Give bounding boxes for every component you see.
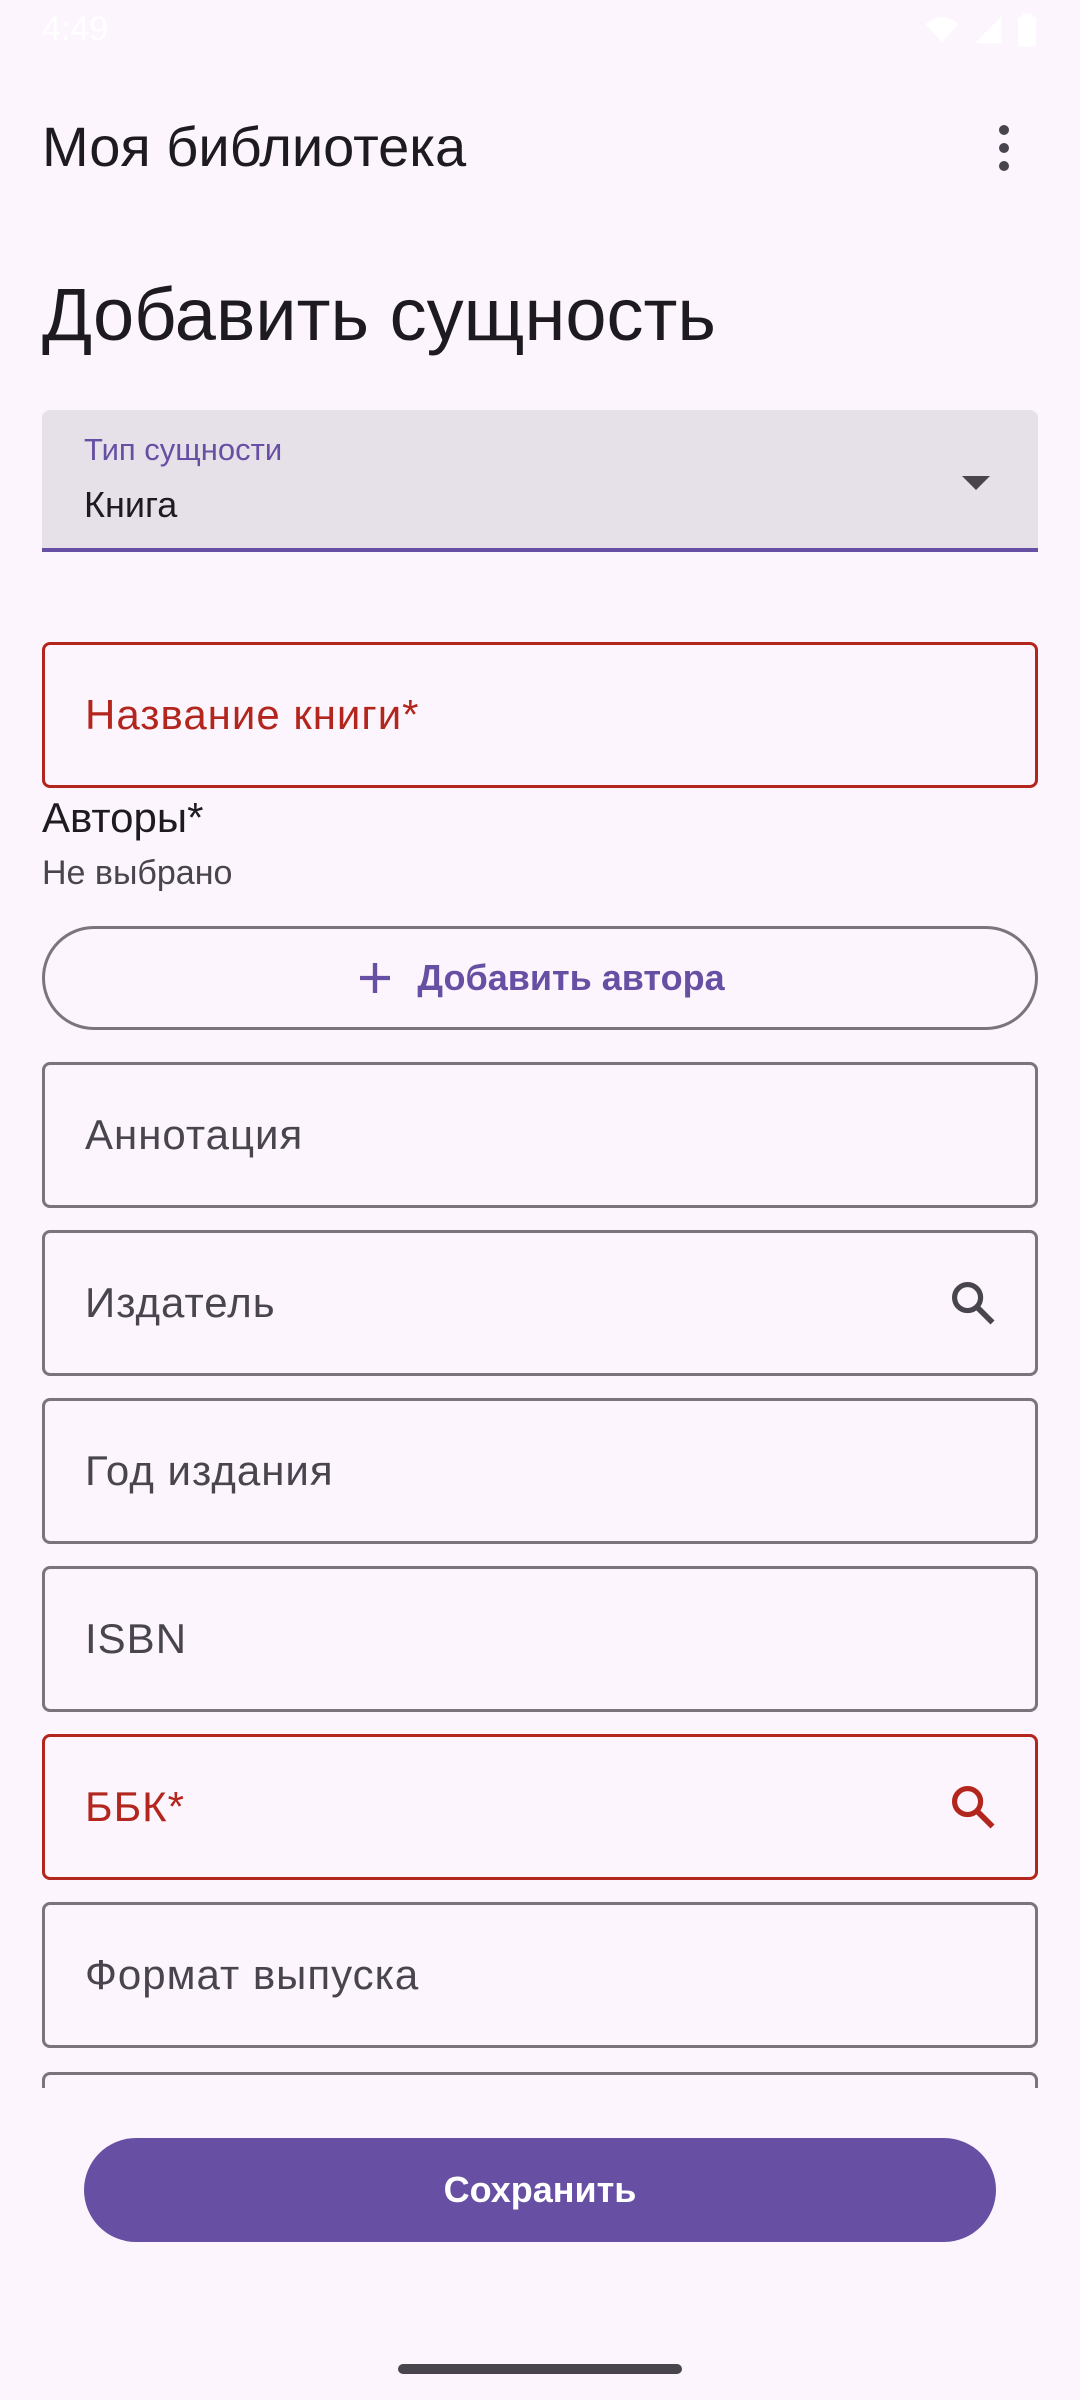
entity-type-dropdown[interactable]: Тип сущности Книга <box>42 410 1038 552</box>
signal-icon <box>974 16 1002 44</box>
bbk-label: ББК* <box>85 1783 185 1830</box>
book-title-field[interactable]: Название книги* <box>42 642 1038 788</box>
isbn-label: ISBN <box>85 1615 188 1662</box>
next-field-partial[interactable] <box>42 2072 1038 2088</box>
page-title: Добавить сущность <box>42 273 716 356</box>
authors-value: Не выбрано <box>42 854 233 892</box>
bbk-field[interactable]: ББК* <box>42 1734 1038 1880</box>
publication-year-label: Год издания <box>85 1447 334 1494</box>
publisher-label: Издатель <box>85 1279 276 1326</box>
entity-type-value: Книга <box>84 484 178 525</box>
authors-label: Авторы* <box>42 794 204 841</box>
release-format-field[interactable]: Формат выпуска <box>42 1902 1038 2048</box>
app-title: Моя библиотека <box>42 115 467 178</box>
publication-year-field[interactable]: Год издания <box>42 1398 1038 1544</box>
search-icon[interactable] <box>947 1277 999 1329</box>
wifi-icon <box>925 17 959 42</box>
search-icon[interactable] <box>947 1781 999 1833</box>
book-title-label: Название книги* <box>85 691 420 738</box>
save-button[interactable]: Сохранить <box>84 2138 996 2242</box>
status-icons <box>924 12 1038 48</box>
top-app-bar: Моя библиотека <box>0 100 1080 196</box>
status-time: 4:49 <box>42 10 109 48</box>
home-indicator[interactable] <box>398 2364 682 2374</box>
add-author-label: Добавить автора <box>417 957 725 998</box>
battery-icon <box>1018 13 1036 47</box>
isbn-field[interactable]: ISBN <box>42 1566 1038 1712</box>
annotation-field[interactable]: Аннотация <box>42 1062 1038 1208</box>
save-label: Сохранить <box>443 2169 637 2210</box>
plus-icon <box>360 963 391 993</box>
status-bar: 4:49 <box>0 0 1080 60</box>
entity-type-label: Тип сущности <box>84 432 283 467</box>
annotation-label: Аннотация <box>85 1111 304 1158</box>
arrow-drop-down-icon <box>962 476 990 490</box>
publisher-field[interactable]: Издатель <box>42 1230 1038 1376</box>
add-author-button[interactable]: Добавить автора <box>42 926 1038 1030</box>
release-format-label: Формат выпуска <box>85 1951 420 1998</box>
more-vert-icon <box>999 125 1009 135</box>
more-options-button[interactable] <box>968 112 1040 184</box>
